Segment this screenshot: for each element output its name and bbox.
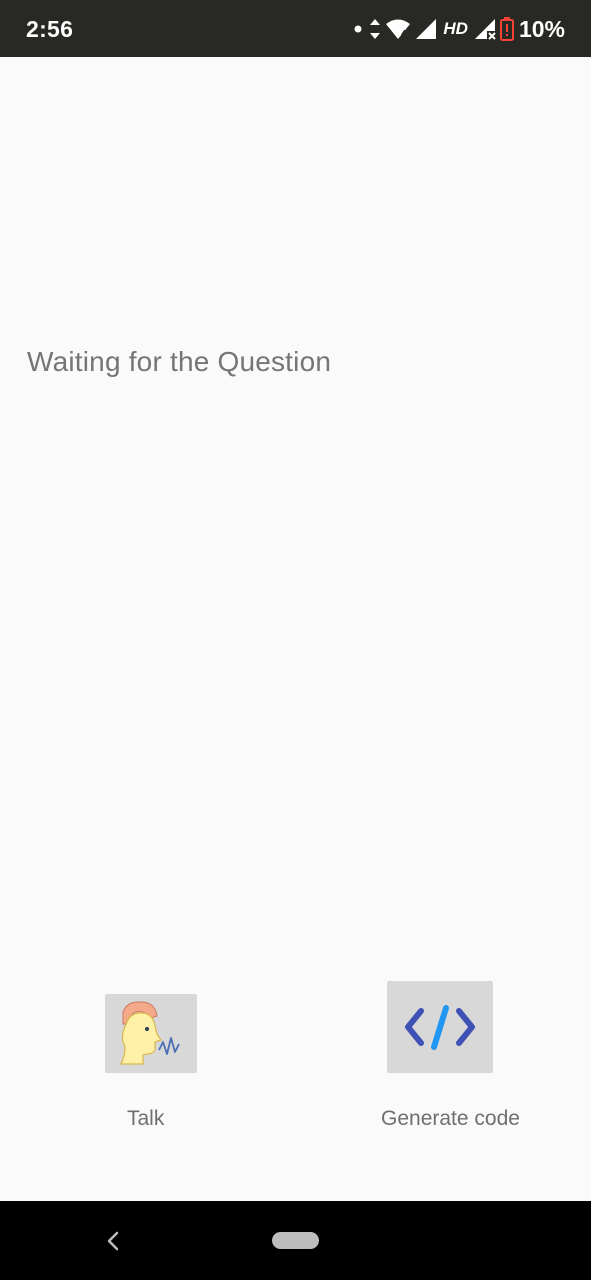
hd-label: HD xyxy=(443,19,468,38)
status-icons: 4 HD 10% xyxy=(351,15,565,43)
talk-tile[interactable] xyxy=(105,994,197,1073)
wifi-badge: 4 xyxy=(401,29,407,40)
back-icon[interactable] xyxy=(104,1230,124,1252)
notification-dot-icon xyxy=(354,25,362,33)
talking-head-icon xyxy=(120,1001,180,1065)
generate-code-label: Generate code xyxy=(381,1107,520,1130)
code-brackets-icon xyxy=(405,1005,475,1050)
home-pill-icon[interactable] xyxy=(272,1232,319,1249)
data-arrows-icon xyxy=(370,19,381,39)
generate-code-tile[interactable] xyxy=(387,981,493,1073)
question-text: Waiting for the Question xyxy=(27,346,332,377)
signal-icon xyxy=(416,19,437,39)
status-bar: 2:56 4 HD 10% xyxy=(0,0,591,57)
talk-label: Talk xyxy=(127,1107,165,1130)
signal-x-icon xyxy=(474,19,496,40)
navigation-bar xyxy=(0,1201,591,1280)
status-time: 2:56 xyxy=(26,16,74,42)
battery-percent: 10% xyxy=(518,15,565,42)
battery-low-icon xyxy=(499,17,514,41)
wifi-icon: 4 xyxy=(386,19,411,40)
